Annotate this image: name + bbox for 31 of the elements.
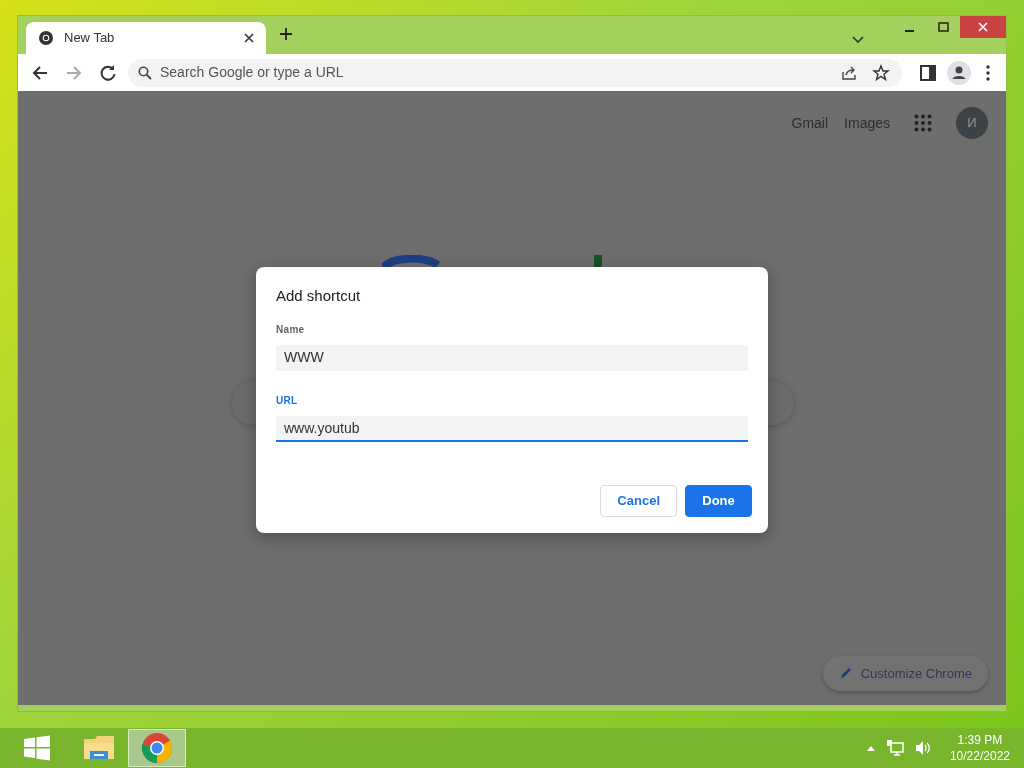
- done-button[interactable]: Done: [685, 485, 752, 517]
- chrome-icon: [141, 732, 173, 764]
- close-icon: [978, 22, 988, 32]
- apps-icon[interactable]: [914, 114, 932, 132]
- customize-button[interactable]: Customize Chrome: [822, 655, 988, 691]
- minimize-icon: [904, 30, 914, 32]
- taskbar-app[interactable]: [128, 729, 186, 767]
- star-icon[interactable]: [872, 63, 890, 82]
- gmail-link[interactable]: Gmail: [791, 112, 829, 134]
- input-field[interactable]: www.youtub: [276, 415, 748, 442]
- profile-icon[interactable]: [946, 59, 972, 86]
- tab-title: New Tab: [64, 29, 116, 48]
- address-bar[interactable]: Search Google or type a URL: [128, 58, 902, 87]
- chrome-icon: [38, 30, 54, 46]
- field-label: URL: [276, 393, 299, 408]
- close-icon[interactable]: [244, 33, 254, 43]
- plus-icon: [279, 27, 293, 41]
- search-icon: [138, 65, 152, 80]
- close-button[interactable]: [960, 16, 1006, 38]
- dialog-title: Add shortcut: [276, 286, 362, 306]
- browser-tab[interactable]: New Tab: [26, 22, 266, 54]
- input-field[interactable]: WWW: [276, 344, 748, 371]
- windows-icon: [22, 735, 52, 761]
- pencil-icon: [838, 666, 853, 681]
- clock[interactable]: 1:39 PM 10/22/2022: [949, 732, 1010, 764]
- chevron-icon: [852, 36, 864, 44]
- cancel-button[interactable]: Cancel: [600, 485, 677, 517]
- images-link[interactable]: Images: [844, 112, 890, 134]
- field-label: Name: [276, 322, 306, 337]
- maximize-icon: [937, 22, 949, 32]
- account-avatar[interactable]: И: [956, 107, 988, 139]
